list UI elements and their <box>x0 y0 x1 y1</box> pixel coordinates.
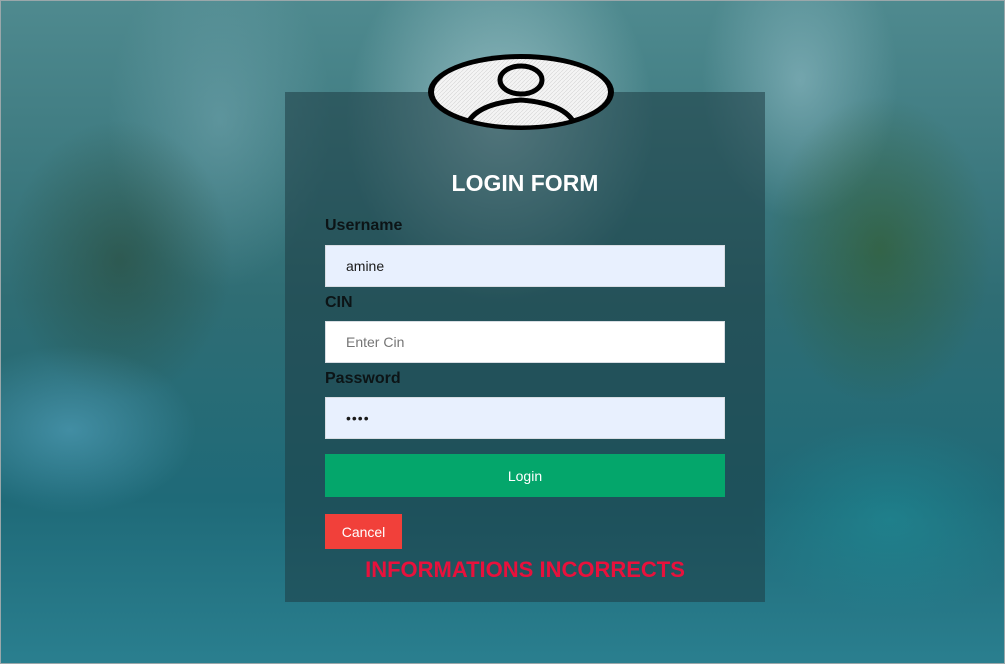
cin-label: CIN <box>325 294 353 311</box>
login-button[interactable]: Login <box>325 454 725 497</box>
username-label: Username <box>325 217 403 234</box>
user-avatar-icon <box>428 54 614 130</box>
cin-input[interactable] <box>325 321 725 363</box>
page-title: LOGIN FORM <box>451 170 599 196</box>
username-input[interactable] <box>325 245 725 287</box>
error-message: INFORMATIONS INCORRECTS <box>365 557 685 582</box>
password-input[interactable] <box>325 397 725 439</box>
password-label: Password <box>325 370 401 387</box>
cancel-button[interactable]: Cancel <box>325 514 402 549</box>
